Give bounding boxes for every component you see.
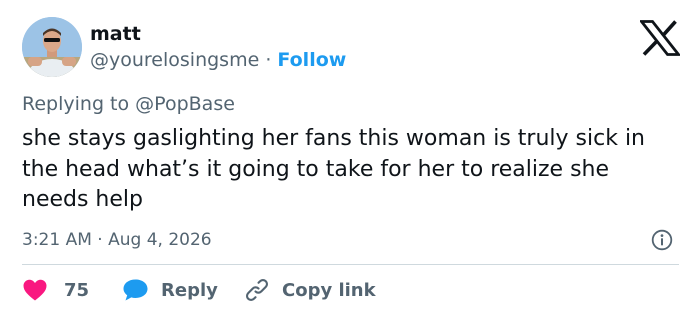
reply-label: Reply [161,279,218,301]
copy-link-button[interactable]: Copy link [244,276,376,304]
handle-row: @yourelosingsme · Follow [90,48,346,72]
link-icon [245,278,269,302]
x-logo-icon[interactable] [638,20,682,56]
info-icon[interactable] [651,229,673,251]
tweet-timestamp: 3:21 AM · Aug 4, 2026 [22,229,212,251]
copy-link-label: Copy link [282,279,376,301]
heart-icon [23,279,47,301]
follow-button[interactable]: Follow [277,49,346,71]
divider [22,264,679,265]
like-count: 75 [64,279,90,301]
avatar-photo [22,17,82,77]
timestamp-separator: · [97,230,103,250]
like-button[interactable]: 75 [22,276,89,304]
tweet-time[interactable]: 3:21 AM [22,230,92,250]
tweet-date[interactable]: Aug 4, 2026 [108,230,212,250]
tweet-card: matt @yourelosingsme · Follow Replying t… [0,0,700,318]
user-handle[interactable]: @yourelosingsme [90,49,259,71]
avatar[interactable] [22,17,82,77]
tweet-text: she stays gaslighting her fans this woma… [22,126,646,212]
display-name[interactable]: matt [90,22,141,46]
reply-mention-link[interactable]: @PopBase [135,93,235,115]
reply-context: Replying to @PopBase [22,92,235,116]
reply-context-prefix: Replying to [22,93,130,115]
handle-separator: · [265,49,272,71]
speech-bubble-icon [123,279,148,301]
reply-button[interactable]: Reply [122,276,218,304]
